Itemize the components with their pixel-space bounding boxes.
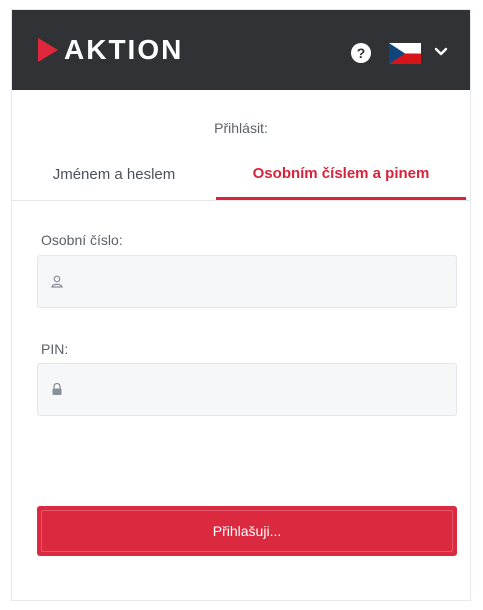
pin-input[interactable]	[72, 364, 446, 417]
lock-icon	[52, 382, 62, 395]
personal-number-input[interactable]	[72, 256, 446, 309]
pin-field[interactable]	[37, 363, 457, 417]
tab-personal-number-pin[interactable]: Osobním číslem a pinem	[216, 150, 466, 200]
chevron-down-icon[interactable]	[434, 45, 448, 59]
login-heading: Přihlásit:	[214, 120, 268, 136]
login-panel: aktion ? Přihlásit: Jménem a heslem Osob…	[11, 9, 471, 601]
personal-number-label: Osobní číslo:	[41, 232, 123, 248]
help-icon[interactable]: ?	[351, 43, 371, 63]
submit-label: Přihlašuji...	[212, 523, 282, 539]
czech-flag-icon[interactable]	[389, 43, 421, 64]
logo-text: aktion	[64, 34, 184, 65]
top-bar: aktion ?	[12, 10, 470, 90]
personal-number-field[interactable]	[37, 255, 457, 309]
pin-label: PIN:	[41, 341, 69, 357]
user-icon	[51, 275, 63, 288]
login-tabs: Jménem a heslem Osobním číslem a pinem	[12, 150, 470, 201]
logo-arrow-icon	[38, 38, 58, 62]
tab-name-password[interactable]: Jménem a heslem	[12, 150, 216, 198]
login-submit-button[interactable]: Přihlašuji...	[37, 506, 457, 556]
aktion-logo: aktion	[38, 34, 184, 65]
